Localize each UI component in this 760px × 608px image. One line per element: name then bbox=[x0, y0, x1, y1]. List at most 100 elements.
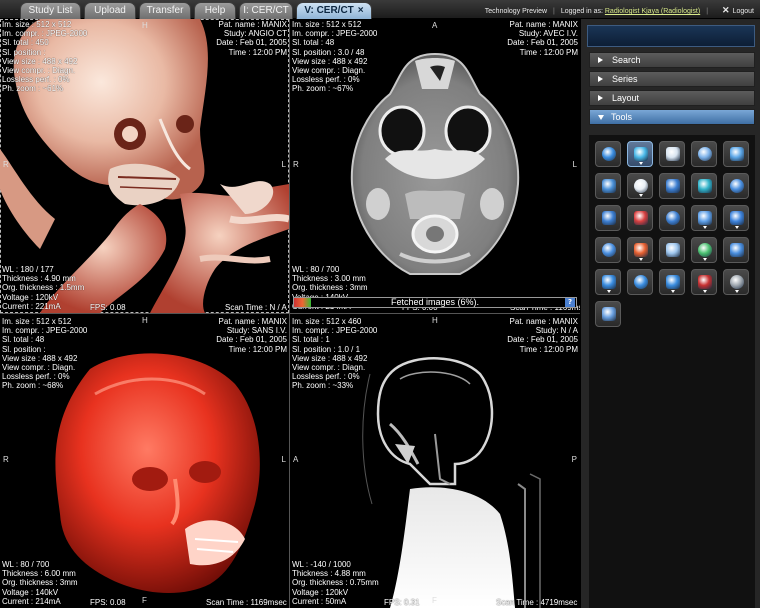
study-date: Date : Feb 01, 2005 bbox=[507, 335, 578, 345]
info-line: WL : 80 / 700 bbox=[2, 560, 50, 569]
aperture-icon bbox=[730, 243, 744, 257]
study-name: Study: AVEC I.V. bbox=[518, 29, 578, 39]
orientation-right: L bbox=[572, 160, 577, 169]
orientation-right: L bbox=[281, 160, 286, 169]
dropdown-arrow-icon[interactable] bbox=[735, 290, 739, 293]
info-line: Thickness : 3.00 mm bbox=[292, 274, 366, 284]
study-date: Date : Feb 01, 2005 bbox=[216, 38, 287, 48]
tab-i-cer-ct[interactable]: I: CER/CT bbox=[239, 2, 293, 19]
previous-tool-button[interactable] bbox=[595, 205, 621, 231]
measure-tool-button[interactable] bbox=[691, 237, 717, 263]
screen-layout-tool-button[interactable] bbox=[691, 141, 717, 167]
viewport-bottom-right[interactable]: Im. size : 512 x 460 Im. compr. : JPEG-2… bbox=[290, 314, 580, 608]
viewport-info-left: Im. size : 512 x 512 Im. compr. : JPEG-2… bbox=[2, 20, 87, 94]
section-layout[interactable]: Layout bbox=[589, 90, 755, 106]
info-line: View compr. : Diagn. bbox=[2, 66, 76, 76]
info-line: Lossless perf. : 0% bbox=[2, 372, 70, 382]
database-tool-button[interactable] bbox=[595, 269, 621, 295]
study-time: Time : 12:00 PM bbox=[519, 344, 578, 354]
tab-transfer[interactable]: Transfer bbox=[139, 2, 191, 19]
orientation-left: R bbox=[3, 455, 9, 464]
rotate-tool-button[interactable] bbox=[659, 173, 685, 199]
logout-link[interactable]: Logout bbox=[733, 8, 754, 15]
viewport-info-right: Pat. name : MANIX Study: ANGIO CT Date :… bbox=[216, 20, 287, 57]
info-line: View compr. : Diagn. bbox=[292, 66, 366, 76]
dropdown-arrow-icon[interactable] bbox=[639, 258, 643, 261]
tools-tool-button[interactable] bbox=[659, 237, 685, 263]
dropdown-arrow-icon[interactable] bbox=[639, 194, 643, 197]
tab-help[interactable]: Help bbox=[194, 2, 236, 19]
copy-tool-button[interactable] bbox=[723, 141, 749, 167]
orientation-bottom: F bbox=[432, 596, 437, 605]
dropdown-arrow-icon[interactable] bbox=[735, 226, 739, 229]
info-line: Im. size : 512 x 512 bbox=[292, 20, 362, 29]
section-search[interactable]: Search bbox=[589, 52, 755, 68]
section-label: Layout bbox=[612, 93, 640, 103]
expand-icon bbox=[598, 95, 603, 101]
info-line: Org. thickness : 1.5mm bbox=[2, 283, 85, 293]
image-viewer[interactable]: Im. size : 512 x 512 Im. compr. : JPEG-2… bbox=[0, 19, 580, 608]
section-label: Series bbox=[612, 74, 638, 84]
tab-study-list[interactable]: Study List bbox=[20, 2, 81, 19]
dropdown-arrow-icon[interactable] bbox=[703, 226, 707, 229]
flag-tool-button[interactable] bbox=[595, 173, 621, 199]
tab-upload[interactable]: Upload bbox=[84, 2, 136, 19]
document-icon bbox=[698, 211, 712, 225]
document-tool-button[interactable] bbox=[691, 205, 717, 231]
orientation-bottom: F bbox=[142, 596, 147, 605]
dropdown-arrow-icon[interactable] bbox=[671, 290, 675, 293]
info-line: Org. thickness : 3mm bbox=[2, 578, 78, 588]
dropdown-arrow-icon[interactable] bbox=[639, 162, 643, 165]
head-gray-tool-button[interactable] bbox=[723, 269, 749, 295]
section-series[interactable]: Series bbox=[589, 71, 755, 87]
viewport-bottom-left[interactable]: Im. size : 512 x 512 Im. compr. : JPEG-2… bbox=[0, 314, 289, 608]
close-tab-icon[interactable]: × bbox=[358, 5, 364, 16]
user-link[interactable]: Radiologist Kjaya (Radiologist) bbox=[605, 8, 700, 15]
stop-tool-button[interactable] bbox=[627, 205, 653, 231]
dropdown-arrow-icon[interactable] bbox=[607, 290, 611, 293]
orientation-left: A bbox=[293, 455, 299, 464]
close-icon[interactable]: ✕ bbox=[722, 5, 730, 15]
study-date: Date : Feb 01, 2005 bbox=[216, 335, 287, 345]
fps-readout: FPS: 0.31 bbox=[384, 598, 420, 607]
camera-tool-button[interactable] bbox=[595, 237, 621, 263]
crosshair-tool-button[interactable] bbox=[691, 173, 717, 199]
orientation-left: R bbox=[293, 160, 299, 169]
expand-icon bbox=[598, 57, 603, 63]
glasses-icon bbox=[602, 307, 616, 321]
database-icon bbox=[602, 275, 616, 289]
volume-render-tool-button[interactable] bbox=[627, 141, 653, 167]
viewport-info-right: Pat. name : MANIX Study: SANS I.V. Date … bbox=[216, 317, 287, 354]
body-scan-icon bbox=[634, 275, 648, 289]
stack-tool-button[interactable] bbox=[659, 141, 685, 167]
tab-v-cer-ct[interactable]: V: CER/CT × bbox=[296, 2, 372, 19]
next-tool-button[interactable] bbox=[659, 205, 685, 231]
window-level-tool-button[interactable] bbox=[627, 173, 653, 199]
body-scan-tool-button[interactable] bbox=[627, 269, 653, 295]
layers-tool-button[interactable] bbox=[659, 269, 685, 295]
patient-name: Pat. name : MANIX bbox=[218, 20, 287, 29]
tech-preview-label: Technology Preview bbox=[484, 8, 548, 15]
info-line: Sl. total : 450 bbox=[2, 38, 49, 48]
head-gray-icon bbox=[730, 275, 744, 289]
star-tool-button[interactable] bbox=[723, 205, 749, 231]
orientation-left: R bbox=[3, 160, 9, 169]
viewport-top-right[interactable]: Im. size : 512 x 512 Im. compr. : JPEG-2… bbox=[290, 19, 580, 313]
glasses-tool-button[interactable] bbox=[595, 301, 621, 327]
viewport-top-left[interactable]: Im. size : 512 x 512 Im. compr. : JPEG-2… bbox=[0, 19, 289, 313]
section-tools[interactable]: Tools bbox=[589, 109, 755, 125]
scan-time: Scan Time : 1169msec bbox=[206, 598, 287, 607]
color-map-tool-button[interactable] bbox=[627, 237, 653, 263]
help-icon[interactable]: ? bbox=[565, 298, 575, 307]
head-red-tool-button[interactable] bbox=[691, 269, 717, 295]
dropdown-arrow-icon[interactable] bbox=[703, 258, 707, 261]
mip-tool-button[interactable] bbox=[723, 173, 749, 199]
dropdown-arrow-icon[interactable] bbox=[703, 290, 707, 293]
patient-name: Pat. name : MANIX bbox=[509, 20, 578, 29]
orientation-right: L bbox=[281, 455, 286, 464]
reset-view-tool-button[interactable] bbox=[595, 141, 621, 167]
aperture-tool-button[interactable] bbox=[723, 237, 749, 263]
info-line: Sl. total : 1 bbox=[292, 335, 330, 345]
info-line: Sl. position : 1.0 / 1 bbox=[292, 344, 361, 354]
info-line: Lossless perf. : 0% bbox=[292, 372, 360, 382]
